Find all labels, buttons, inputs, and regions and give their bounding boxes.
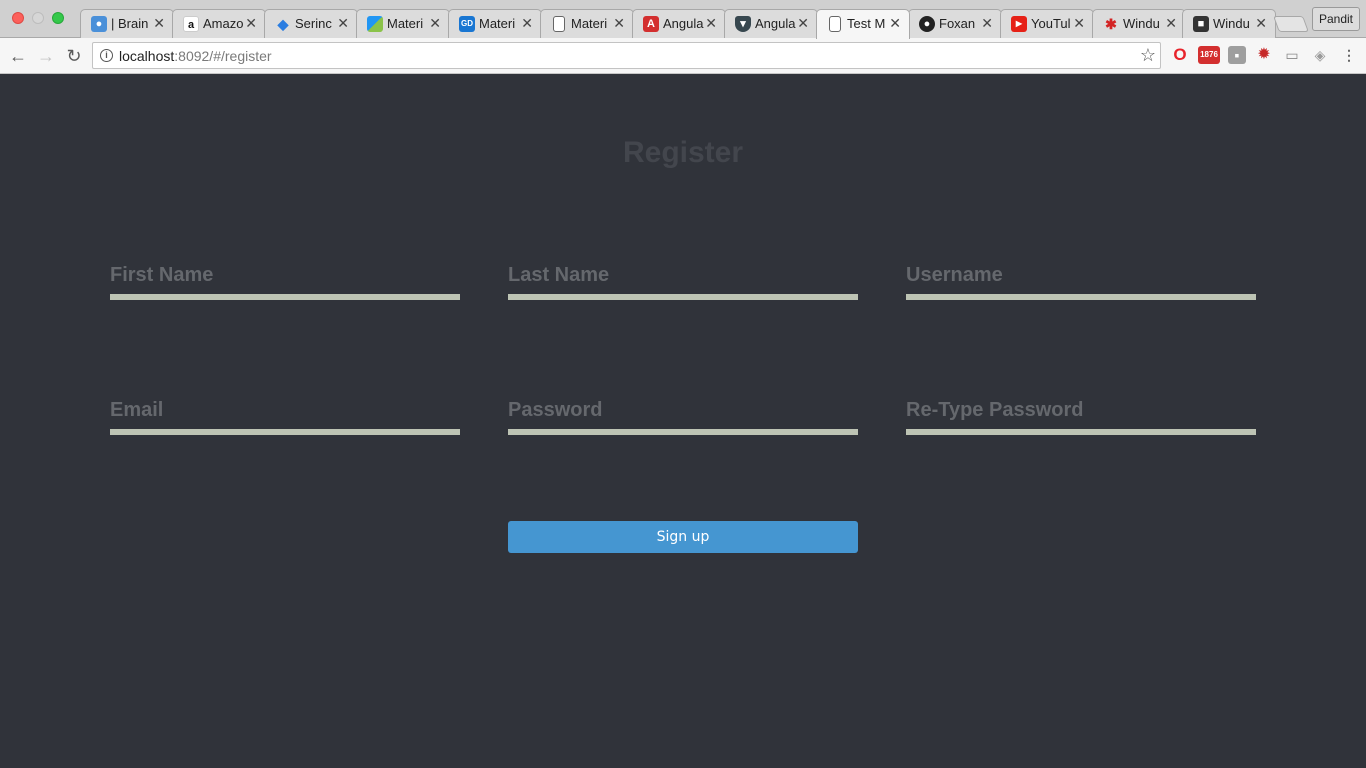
youtube-icon: ▶ [1011,16,1027,32]
url-text: localhost:8092/#/register [119,48,272,64]
close-tab-icon[interactable]: ✕ [521,15,533,31]
gmail-1876-icon[interactable]: 1876 [1198,46,1220,64]
first-name-label: First Name [110,264,214,286]
serinc-icon: ◆ [277,16,289,32]
tab-strip: ● | Brain ✕ a Amazo ✕ ◆ Serinc ✕ Materi … [0,0,1366,39]
password-label: Password [508,399,603,421]
first-name-underline [110,294,460,300]
close-tab-icon[interactable]: ✕ [429,15,441,31]
cube-icon: ■ [1193,16,1209,32]
close-tab-icon[interactable]: ✕ [705,15,717,31]
username-underline [906,294,1256,300]
github-icon: ● [919,16,935,32]
close-tab-icon[interactable]: ✕ [981,15,993,31]
url-path: :8092/#/register [174,48,272,64]
tab-title: Amazo [203,16,244,31]
bookmark-star-icon[interactable]: ☆ [1140,46,1156,64]
tab[interactable]: Materi ✕ [356,9,450,38]
tab-title: Angula [663,16,704,31]
tab[interactable]: ■ Windu ✕ [1182,9,1276,38]
close-tab-icon[interactable]: ✕ [153,15,165,31]
tab-active[interactable]: Test M ✕ [816,9,910,39]
retype-password-underline [906,429,1256,435]
username-field[interactable]: Username [906,264,1256,300]
password-field[interactable]: Password [508,399,858,435]
amazon-icon: a [183,16,199,32]
email-field[interactable]: Email [110,399,460,435]
retype-password-field[interactable]: Re-Type Password [906,399,1256,435]
maximize-window-button[interactable] [52,12,64,24]
close-tab-icon[interactable]: ✕ [889,15,901,31]
tab[interactable]: a Amazo ✕ [172,9,266,38]
profile-button[interactable]: Pandit [1312,7,1360,31]
tab-title: Windu [1123,16,1160,31]
back-arrow-icon[interactable]: ← [8,46,28,66]
opera-icon[interactable]: O [1171,46,1189,64]
tab-title: Windu [1213,16,1250,31]
tab-title: Angula [755,16,796,31]
tab[interactable]: ✱ Windu ✕ [1092,9,1186,38]
page-content: Register First Name Last Name Username E… [0,74,1366,768]
close-tab-icon[interactable]: ✕ [613,15,625,31]
tab[interactable]: ◆ Serinc ✕ [264,9,358,38]
yelp-icon: ✱ [1105,16,1117,32]
close-tab-icon[interactable]: ✕ [1255,15,1267,31]
page-title: Register [622,136,744,169]
reload-icon[interactable]: ↻ [64,46,84,66]
angular-icon: A [643,16,659,32]
email-underline [110,429,460,435]
material-icon [367,16,383,32]
shield-icon: ▾ [735,16,751,32]
tab[interactable]: ▶ YouTul ✕ [1000,9,1094,38]
new-tab-button[interactable] [1273,16,1309,32]
url-host: localhost [119,48,175,64]
tab-title: YouTul [1031,16,1071,31]
close-tab-icon[interactable]: ✕ [1073,15,1085,31]
minimize-window-button[interactable] [32,12,44,24]
browser-toolbar: ← → ↻ i localhost:8092/#/register ☆ [0,38,1366,74]
brain-icon: ● [91,16,107,32]
page-icon [829,16,841,32]
last-name-field[interactable]: Last Name [508,264,858,300]
password-underline [508,429,858,435]
tab-title: | Brain [111,16,149,31]
tab-title: Foxan [939,16,976,31]
first-name-field[interactable]: First Name [110,264,460,300]
forward-arrow-icon[interactable]: → [36,46,56,66]
close-tab-icon[interactable]: ✕ [245,15,257,31]
tab-title: Materi [479,16,516,31]
username-label: Username [906,264,1003,286]
tab[interactable]: Materi ✕ [540,9,634,38]
pocket-icon[interactable]: ▪ [1228,46,1246,64]
tab[interactable]: ▾ Angula ✕ [724,9,818,38]
tab-title: Materi [387,16,424,31]
tab[interactable]: ● | Brain ✕ [80,9,174,38]
close-window-button[interactable] [12,12,24,24]
retype-password-label: Re-Type Password [906,399,1084,421]
email-label: Email [110,399,164,421]
page-icon [553,16,565,32]
last-name-underline [508,294,858,300]
cast-icon[interactable]: ▭ [1283,46,1301,64]
tab[interactable]: A Angula ✕ [632,9,726,38]
close-tab-icon[interactable]: ✕ [797,15,809,31]
bug-icon[interactable]: ✹ [1255,46,1273,64]
menu-dots-icon[interactable]: ⋮ [1340,46,1358,64]
tab[interactable]: ● Foxan ✕ [908,9,1002,38]
tab-title: Test M [847,16,886,31]
info-icon[interactable]: i [100,49,113,62]
tab-title: Serinc [295,16,332,31]
close-tab-icon[interactable]: ✕ [1165,15,1177,31]
tab-title: Materi [571,16,608,31]
sign-up-button[interactable]: Sign up [508,521,858,553]
dropbox-icon[interactable]: ◈ [1311,46,1329,64]
gd-icon: GD [459,16,475,32]
close-tab-icon[interactable]: ✕ [337,15,349,31]
address-bar[interactable]: i localhost:8092/#/register ☆ [92,42,1161,69]
tab[interactable]: GD Materi ✕ [448,9,542,38]
last-name-label: Last Name [508,264,610,286]
